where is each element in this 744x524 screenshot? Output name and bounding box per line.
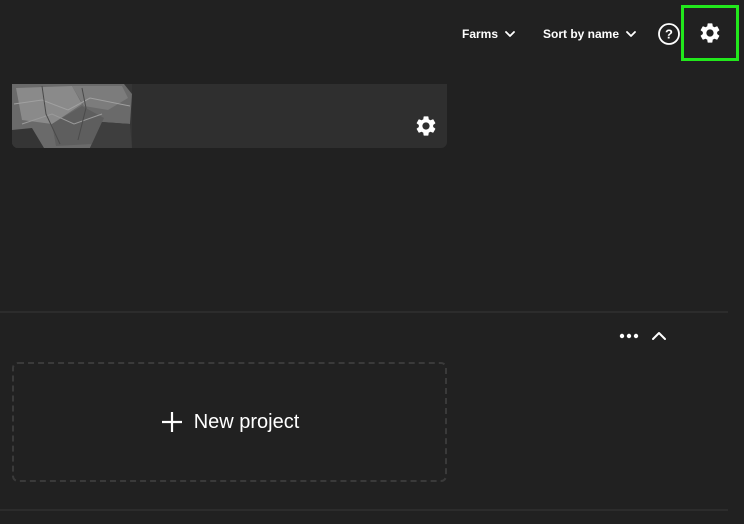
project-card[interactable]: [12, 84, 447, 148]
new-project-label: New project: [193, 410, 300, 433]
farms-dropdown[interactable]: Farms: [462, 22, 516, 46]
app-root: Farms Sort by name ? New project: [0, 0, 744, 524]
help-circle-icon[interactable]: ?: [657, 22, 681, 46]
section-divider: [0, 509, 728, 511]
section-divider: [0, 311, 728, 313]
sort-dropdown[interactable]: Sort by name: [543, 22, 637, 46]
farms-label: Farms: [462, 27, 499, 41]
chevron-up-icon[interactable]: [648, 326, 670, 346]
card-settings-gear-icon[interactable]: [414, 114, 438, 138]
chevron-down-icon: [626, 31, 636, 37]
project-thumbnail: [12, 84, 132, 148]
settings-button[interactable]: [681, 5, 739, 61]
help-symbol: ?: [665, 27, 673, 42]
aerial-map-image: [12, 84, 132, 148]
more-horizontal-icon[interactable]: [617, 326, 641, 346]
gear-icon: [700, 23, 720, 43]
new-project-button[interactable]: New project: [12, 362, 447, 482]
chevron-down-icon: [505, 31, 515, 37]
sort-label: Sort by name: [543, 27, 620, 41]
plus-icon: [161, 412, 182, 432]
